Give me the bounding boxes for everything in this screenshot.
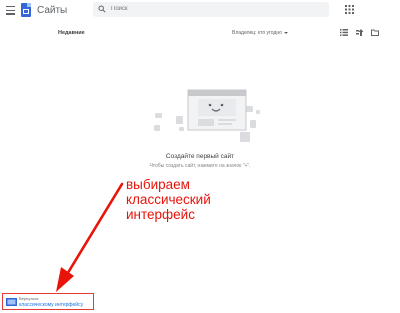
empty-state-title: Создайте первый сайт [165, 153, 235, 160]
list-view-icon[interactable] [340, 29, 348, 36]
classic-sites-icon [6, 298, 17, 306]
search-box[interactable] [93, 2, 329, 17]
sort-icon[interactable] [356, 29, 364, 36]
section-title: Недавние [58, 30, 85, 36]
owner-filter-dropdown[interactable]: Владелец: кто угодно [232, 30, 288, 36]
search-icon[interactable] [98, 5, 106, 13]
folder-icon[interactable] [371, 29, 379, 36]
apps-grid-icon[interactable] [345, 5, 354, 14]
annotation-arrow-icon [56, 182, 124, 292]
sites-logo-icon[interactable] [21, 3, 31, 17]
empty-state-hint: Чтобы создать сайт, нажмите на значок "+… [149, 163, 251, 169]
annotation-line-3: интерфейс [126, 207, 195, 222]
search-input[interactable] [111, 3, 311, 15]
classic-link-caption: Вернуться [19, 296, 39, 301]
app-title: Сайты [37, 5, 68, 16]
owner-filter-label: Владелец: кто угодно [232, 30, 282, 36]
chevron-down-icon [283, 31, 288, 34]
classic-link-label[interactable]: классическому интерфейсу [19, 302, 83, 308]
top-bar: Сайты [0, 0, 400, 22]
annotation-line-1: выбираем [126, 177, 190, 192]
menu-icon[interactable] [6, 6, 15, 15]
empty-state-illustration [154, 89, 260, 142]
annotation-text: выбираем классический интерфейс [126, 177, 266, 222]
annotation-line-2: классический [126, 192, 211, 207]
list-toolbar: Недавние Владелец: кто угодно [0, 22, 400, 42]
classic-interface-link[interactable]: Вернуться классическому интерфейсу [2, 293, 94, 310]
